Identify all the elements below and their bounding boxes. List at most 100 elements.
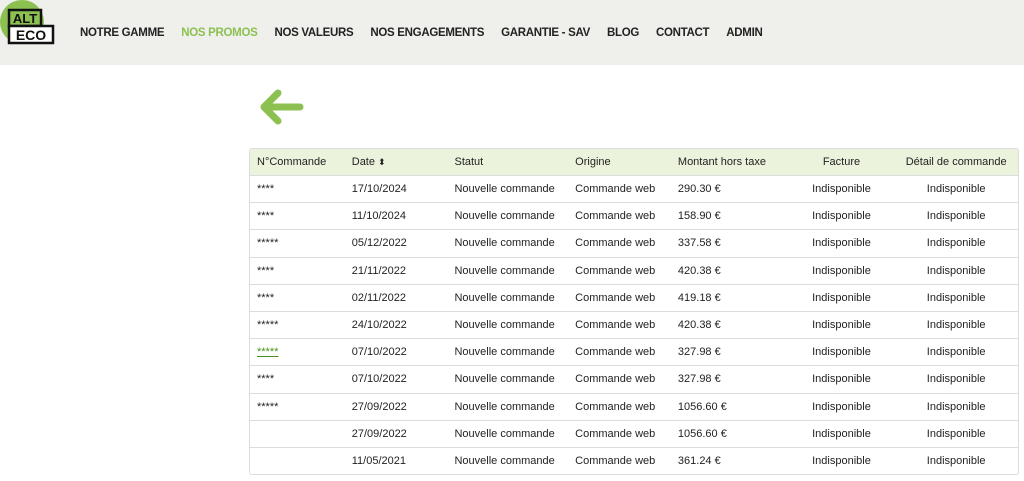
order-invoice: Indisponible: [812, 210, 871, 223]
order-invoice: Indisponible: [812, 400, 871, 413]
svg-text:ALT: ALT: [13, 11, 37, 26]
order-detail: Indisponible: [926, 291, 986, 304]
order-status: Nouvelle commande: [454, 319, 555, 332]
order-status: Nouvelle commande: [454, 427, 555, 440]
table-header-row: N°Commande Date ⬍ Statut Origine Montant …: [250, 149, 1018, 175]
order-status: Nouvelle commande: [454, 237, 555, 250]
order-detail: Indisponible: [926, 319, 986, 332]
alteco-logo[interactable]: ALT ECO: [0, 0, 60, 60]
order-amount: 420.38 €: [677, 264, 721, 277]
order-detail: Indisponible: [926, 210, 986, 223]
col-header-origin: Origine: [575, 156, 611, 168]
table-row: **** 11/10/2024 Nouvelle commande Commande …: [250, 202, 1018, 229]
order-number: ****: [257, 373, 275, 386]
order-date: 07/10/2022: [351, 346, 407, 359]
order-detail: Indisponible: [926, 427, 986, 440]
order-detail: Indisponible: [926, 454, 986, 467]
order-detail: Indisponible: [926, 264, 986, 277]
order-detail: Indisponible: [926, 183, 986, 196]
order-date: 11/10/2024: [351, 210, 406, 223]
order-invoice: Indisponible: [812, 373, 871, 386]
order-amount: 290.30 €: [677, 183, 721, 196]
order-amount: 1056.60 €: [677, 400, 727, 413]
nav-item-nos-engagements[interactable]: NOS ENGAGEMENTS: [370, 27, 484, 39]
table-row: **** 21/11/2022 Nouvelle commande Commande …: [250, 256, 1018, 284]
order-date: 24/10/2022: [351, 319, 407, 332]
order-date: 02/11/2022: [351, 291, 406, 304]
order-number: ****: [257, 183, 275, 196]
table-row: ***** 07/10/2022 Nouvelle commande Commande…: [250, 338, 1018, 365]
col-header-invoice: Facture: [822, 156, 861, 168]
nav-item-notre-gamme[interactable]: NOTRE GAMME: [80, 27, 165, 39]
order-amount: 361.24 €: [677, 454, 721, 467]
order-number: *****: [257, 237, 279, 250]
order-detail: Indisponible: [926, 400, 986, 413]
order-status: Nouvelle commande: [454, 346, 555, 359]
order-status: Nouvelle commande: [454, 183, 555, 196]
order-number[interactable]: *****: [250, 346, 352, 358]
sort-icon[interactable]: ⬍: [378, 157, 386, 167]
order-number: *****: [257, 400, 279, 413]
order-date: 05/12/2022: [351, 237, 407, 250]
order-origin: Commande web: [575, 400, 656, 413]
order-detail: Indisponible: [926, 237, 986, 250]
order-date: 11/05/2021: [351, 454, 406, 467]
order-origin: Commande web: [575, 346, 656, 359]
order-amount: 327.98 €: [677, 373, 721, 386]
nav-item-admin[interactable]: ADMIN: [726, 27, 763, 39]
order-number: ****: [257, 291, 275, 304]
main-nav: NOTRE GAMME NOS PROMOS NOS VALEURS NOS ENGA…: [80, 0, 779, 65]
table-row: ***** 27/09/2022 Nouvelle commande Commande…: [250, 392, 1018, 420]
order-date: 21/11/2022: [351, 264, 406, 277]
order-origin: Commande web: [575, 210, 656, 223]
order-origin: Commande web: [575, 264, 656, 277]
order-origin: Commande web: [575, 319, 656, 332]
order-detail: Indisponible: [926, 373, 986, 386]
order-status: Nouvelle commande: [454, 264, 555, 277]
orders-table: N°Commande Date ⬍ Statut Origine Montant …: [249, 148, 1019, 476]
order-number: ****: [257, 210, 275, 223]
order-invoice: Indisponible: [812, 183, 871, 196]
site-header: ALT ECO NOTRE GAMME NOS PROMOS NOS VALEURS…: [0, 0, 1024, 65]
order-date: 07/10/2022: [351, 373, 407, 386]
col-header-status: Statut: [454, 156, 484, 168]
order-invoice: Indisponible: [812, 427, 871, 440]
order-number: *****: [257, 319, 279, 332]
order-date: 17/10/2024: [351, 183, 407, 196]
order-status: Nouvelle commande: [454, 454, 555, 467]
col-header-date[interactable]: Date ⬍: [352, 156, 455, 168]
order-status: Nouvelle commande: [454, 373, 555, 386]
order-amount: 420.38 €: [677, 319, 721, 332]
order-number: ****: [257, 264, 275, 277]
order-invoice: Indisponible: [812, 264, 871, 277]
order-amount: 1056.60 €: [677, 427, 727, 440]
order-origin: Commande web: [575, 454, 656, 467]
order-status: Nouvelle commande: [454, 400, 555, 413]
table-row: **** 02/11/2022 Nouvelle commande Commande …: [250, 283, 1018, 311]
order-amount: 327.98 €: [677, 346, 721, 359]
order-status: Nouvelle commande: [454, 210, 555, 223]
nav-item-blog[interactable]: BLOG: [607, 27, 639, 39]
nav-item-garantie-sav[interactable]: GARANTIE - SAV: [501, 27, 590, 39]
order-detail: Indisponible: [926, 346, 986, 359]
order-status: Nouvelle commande: [454, 291, 555, 304]
table-row: 11/05/2021 Nouvelle commande Commande web 3…: [250, 446, 1018, 474]
table-row: 27/09/2022 Nouvelle commande Commande web 1…: [250, 419, 1018, 447]
order-invoice: Indisponible: [812, 237, 871, 250]
table-row: **** 07/10/2022 Nouvelle commande Commande …: [250, 365, 1018, 392]
svg-text:ECO: ECO: [16, 27, 46, 43]
order-origin: Commande web: [575, 183, 656, 196]
col-header-detail: Détail de commande: [905, 156, 1007, 168]
order-invoice: Indisponible: [812, 319, 871, 332]
table-row: ***** 24/10/2022 Nouvelle commande Commande…: [250, 310, 1018, 338]
order-invoice: Indisponible: [812, 291, 871, 304]
nav-item-nos-valeurs[interactable]: NOS VALEURS: [274, 27, 353, 39]
col-header-order-number: N°Commande: [257, 156, 327, 168]
order-amount: 158.90 €: [677, 210, 721, 223]
back-arrow-icon[interactable]: [258, 88, 304, 126]
table-row: **** 17/10/2024 Nouvelle commande Commande …: [250, 175, 1018, 202]
nav-item-nos-promos[interactable]: NOS PROMOS: [181, 27, 258, 39]
order-date: 27/09/2022: [351, 427, 407, 440]
order-origin: Commande web: [575, 427, 656, 440]
nav-item-contact[interactable]: CONTACT: [656, 27, 710, 39]
